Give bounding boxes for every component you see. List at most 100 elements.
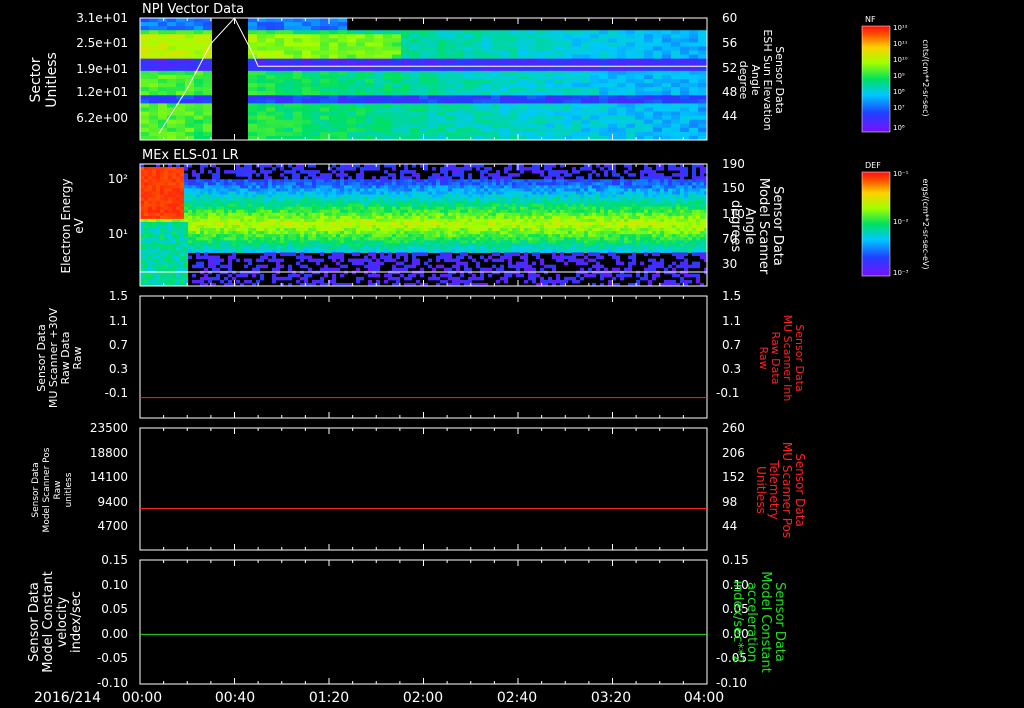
heatmap-cell — [464, 212, 468, 217]
heatmap-cell — [419, 123, 428, 129]
heatmap-cell — [572, 50, 581, 56]
heatmap-cell — [608, 70, 617, 76]
heatmap-cell — [320, 18, 329, 23]
heatmap-cell — [300, 164, 304, 168]
heatmap-cell — [338, 131, 347, 137]
heatmap-cell — [364, 167, 368, 171]
heatmap-cell — [256, 179, 260, 183]
heatmap-cell — [412, 212, 416, 217]
heatmap-cell — [196, 206, 200, 211]
heatmap-cell — [212, 179, 216, 183]
heatmap-cell — [492, 185, 496, 189]
heatmap-cell — [320, 212, 324, 217]
heatmap-cell — [400, 191, 404, 195]
heatmap-cell — [496, 252, 500, 256]
heatmap-cell — [144, 264, 148, 269]
heatmap-cell — [236, 228, 240, 232]
heatmap-cell — [420, 221, 424, 226]
heatmap-cell — [284, 170, 288, 174]
heatmap-cell — [508, 206, 512, 211]
heatmap-cell — [212, 267, 216, 272]
right-ticks-npi: 60 56 52 48 44 — [722, 11, 737, 123]
heatmap-cell — [352, 194, 356, 199]
heatmap-cell — [516, 203, 520, 208]
heatmap-cell — [496, 237, 500, 241]
heatmap-cell — [266, 127, 275, 133]
heatmap-cell — [388, 179, 392, 183]
heatmap-cell — [176, 240, 180, 244]
heatmap-cell — [504, 243, 508, 247]
heatmap-cell — [412, 255, 416, 260]
heatmap-cell — [360, 194, 364, 199]
heatmap-cell — [184, 209, 188, 214]
heatmap-cell — [581, 50, 590, 56]
heatmap-cell — [436, 185, 440, 189]
heatmap-cell — [400, 197, 404, 202]
heatmap-cell — [312, 197, 316, 202]
colorbar-tick: 10¹² — [893, 24, 908, 32]
heatmap-cell — [244, 258, 248, 263]
heatmap-cell — [448, 200, 452, 205]
heatmap-cell — [383, 30, 392, 35]
heatmap-cell — [275, 34, 284, 39]
heatmap-cell — [698, 42, 707, 47]
heatmap-cell — [204, 197, 208, 202]
heatmap-cell — [302, 95, 311, 100]
heatmap-cell — [671, 111, 680, 117]
heatmap-cell — [419, 115, 428, 121]
heatmap-cell — [464, 221, 468, 226]
heatmap-cell — [554, 99, 563, 104]
heatmap-cell — [460, 182, 464, 186]
heatmap-cell — [300, 197, 304, 202]
heatmap-cell — [292, 191, 296, 195]
axis-label-line: degree — [737, 61, 750, 100]
heatmap-cell — [266, 70, 275, 76]
heatmap-cell — [380, 231, 384, 235]
heatmap-cell — [436, 173, 440, 177]
heatmap-cell — [203, 38, 212, 43]
heatmap-cell — [300, 167, 304, 171]
heatmap-cell — [380, 252, 384, 256]
heatmap-cell — [260, 246, 264, 250]
heatmap-cell — [653, 91, 662, 96]
heatmap-cell — [312, 234, 316, 238]
heatmap-cell — [424, 191, 428, 195]
heatmap-cell — [368, 209, 372, 214]
heatmap-cell — [662, 74, 671, 80]
heatmap-cell — [176, 42, 185, 47]
els-heatmap — [140, 164, 707, 287]
heatmap-cell — [194, 38, 203, 43]
heatmap-cell — [284, 176, 288, 180]
heatmap-cell — [581, 58, 590, 64]
heatmap-cell — [384, 215, 388, 220]
heatmap-cell — [590, 22, 599, 27]
heatmap-cell — [140, 194, 144, 199]
heatmap-cell — [275, 131, 284, 137]
heatmap-cell — [352, 179, 356, 183]
heatmap-cell — [698, 131, 707, 137]
heatmap-cell — [436, 191, 440, 195]
heatmap-cell — [148, 206, 152, 211]
heatmap-cell — [372, 267, 376, 272]
heatmap-cell — [275, 74, 284, 80]
heatmap-cell — [488, 234, 492, 238]
heatmap-cell — [168, 200, 172, 205]
heatmap-cell — [374, 111, 383, 117]
heatmap-cell — [164, 182, 168, 186]
heatmap-cell — [347, 115, 356, 121]
heatmap-cell — [302, 22, 311, 27]
heatmap-cell — [365, 70, 374, 76]
heatmap-cell — [512, 225, 516, 229]
heatmap-cell — [518, 115, 527, 121]
heatmap-cell — [484, 246, 488, 250]
heatmap-cell — [264, 255, 268, 260]
heatmap-cell — [348, 218, 352, 223]
heatmap-cell — [275, 99, 284, 104]
heatmap-cell — [140, 240, 144, 244]
heatmap-cell — [437, 58, 446, 64]
heatmap-cell — [504, 231, 508, 235]
heatmap-cell — [172, 243, 176, 247]
heatmap-cell — [496, 267, 500, 272]
heatmap-cell — [328, 231, 332, 235]
heatmap-cell — [608, 58, 617, 64]
